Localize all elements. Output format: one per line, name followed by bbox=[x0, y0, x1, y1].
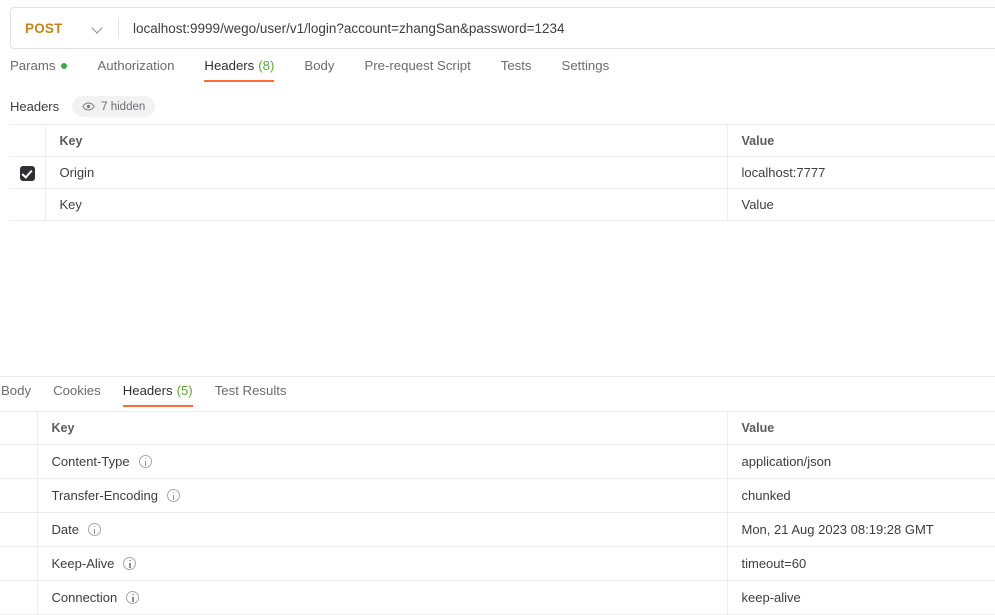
response-value-cell: timeout=60 bbox=[727, 546, 995, 581]
new-row-checkbox-cell[interactable] bbox=[10, 188, 46, 221]
hidden-headers-toggle[interactable]: 7 hidden bbox=[72, 96, 156, 117]
info-icon[interactable] bbox=[166, 489, 180, 502]
response-tab-cookies[interactable]: Cookies bbox=[53, 383, 101, 407]
response-tab-body[interactable]: Body bbox=[1, 383, 31, 407]
info-icon[interactable] bbox=[126, 591, 140, 604]
tab-tests-label: Tests bbox=[500, 58, 532, 73]
new-header-key-input[interactable]: Key bbox=[45, 188, 728, 221]
response-row-spacer-cell bbox=[0, 512, 38, 547]
response-tab-test-results-label: Test Results bbox=[214, 383, 287, 398]
headers-section-header: Headers 7 hidden bbox=[10, 96, 156, 117]
response-row-spacer-cell bbox=[0, 444, 38, 479]
response-key-cell: Transfer-Encoding bbox=[37, 478, 728, 513]
eye-icon bbox=[82, 102, 95, 111]
column-header-value: Value bbox=[727, 124, 995, 157]
row-enable-checkbox-cell[interactable] bbox=[10, 156, 46, 189]
response-tab-cookies-label: Cookies bbox=[53, 383, 101, 398]
info-icon[interactable] bbox=[123, 557, 137, 570]
response-key-label: Connection bbox=[51, 590, 118, 605]
response-key-label: Keep-Alive bbox=[51, 556, 115, 571]
column-header-key: Key bbox=[45, 124, 728, 157]
response-tab-headers-label: Headers bbox=[122, 383, 173, 398]
table-row: Date Mon, 21 Aug 2023 08:19:28 GMT bbox=[0, 512, 995, 547]
table-row: Transfer-Encoding chunked bbox=[0, 478, 995, 513]
response-key-label: Date bbox=[51, 522, 79, 537]
response-value-cell: keep-alive bbox=[727, 580, 995, 615]
response-value-cell: Mon, 21 Aug 2023 08:19:28 GMT bbox=[727, 512, 995, 547]
response-value-cell: chunked bbox=[727, 478, 995, 513]
tab-pre-request-script-label: Pre-request Script bbox=[364, 58, 471, 73]
header-key-cell[interactable]: Origin bbox=[45, 156, 728, 189]
response-tab-body-label: Body bbox=[1, 383, 32, 398]
response-row-spacer-cell bbox=[0, 580, 38, 615]
request-response-divider bbox=[0, 376, 995, 377]
tab-tests[interactable]: Tests bbox=[501, 58, 532, 82]
response-row-spacer-cell bbox=[0, 478, 38, 513]
info-icon[interactable] bbox=[87, 523, 101, 536]
table-row-new: Key Value bbox=[10, 188, 995, 221]
response-key-label: Transfer-Encoding bbox=[51, 488, 158, 503]
response-column-header-value: Value bbox=[727, 411, 995, 445]
table-row: Origin localhost:7777 bbox=[10, 156, 995, 189]
headers-section-title: Headers bbox=[10, 99, 60, 114]
response-row-spacer-cell bbox=[0, 546, 38, 581]
table-row: Connection keep-alive bbox=[0, 580, 995, 615]
tab-pre-request-script[interactable]: Pre-request Script bbox=[364, 58, 470, 82]
response-key-label: Content-Type bbox=[51, 454, 130, 469]
table-header-row: Key Value bbox=[10, 124, 995, 157]
response-tab-headers[interactable]: Headers (5) bbox=[122, 383, 193, 407]
tab-settings[interactable]: Settings bbox=[562, 58, 610, 82]
response-tab-headers-count: (5) bbox=[176, 383, 193, 398]
tab-params-label: Params bbox=[10, 58, 56, 73]
url-input[interactable]: localhost:9999/wego/user/v1/login?accoun… bbox=[119, 8, 995, 48]
hidden-headers-count-label: 7 hidden bbox=[101, 100, 146, 113]
tab-params[interactable]: Params bbox=[10, 58, 68, 82]
select-all-column-header bbox=[10, 124, 46, 157]
table-row: Content-Type application/json bbox=[0, 444, 995, 479]
request-url-bar: POST localhost:9999/wego/user/v1/login?a… bbox=[10, 7, 995, 49]
response-key-cell: Content-Type bbox=[37, 444, 728, 479]
table-row: Keep-Alive timeout=60 bbox=[0, 546, 995, 581]
response-key-cell: Keep-Alive bbox=[37, 546, 728, 581]
header-value-cell[interactable]: localhost:7777 bbox=[727, 156, 995, 189]
new-header-value-input[interactable]: Value bbox=[727, 188, 995, 221]
response-key-cell: Connection bbox=[37, 580, 728, 615]
tab-headers-count: (8) bbox=[258, 58, 275, 73]
response-key-cell: Date bbox=[37, 512, 728, 547]
tab-settings-label: Settings bbox=[561, 58, 610, 73]
request-tab-bar: Params Authorization Headers (8) Body Pr… bbox=[0, 58, 995, 88]
url-bar-frame: POST localhost:9999/wego/user/v1/login?a… bbox=[10, 7, 995, 49]
tab-headers[interactable]: Headers (8) bbox=[204, 58, 274, 82]
response-tab-bar: Body Cookies Headers (5) Test Results bbox=[0, 383, 995, 411]
response-tab-test-results[interactable]: Test Results bbox=[215, 383, 287, 407]
params-modified-dot bbox=[61, 62, 68, 69]
response-column-header-key: Key bbox=[37, 411, 728, 445]
table-header-row: Key Value bbox=[0, 411, 995, 445]
request-headers-table: Key Value Origin localhost:7777 Key Valu… bbox=[10, 124, 995, 221]
response-spacer-column-header bbox=[0, 411, 38, 445]
checkbox-checked-icon[interactable] bbox=[19, 165, 35, 181]
info-icon[interactable] bbox=[138, 455, 152, 468]
tab-body-label: Body bbox=[304, 58, 335, 73]
http-method-label: POST bbox=[25, 20, 63, 36]
tab-authorization[interactable]: Authorization bbox=[97, 58, 174, 82]
chevron-down-icon bbox=[92, 22, 104, 34]
tab-authorization-label: Authorization bbox=[97, 58, 175, 73]
tab-body[interactable]: Body bbox=[304, 58, 334, 82]
http-method-selector[interactable]: POST bbox=[11, 8, 118, 48]
response-headers-table: Key Value Content-Type application/json … bbox=[0, 411, 995, 615]
tab-headers-label: Headers bbox=[204, 58, 255, 73]
response-value-cell: application/json bbox=[727, 444, 995, 479]
